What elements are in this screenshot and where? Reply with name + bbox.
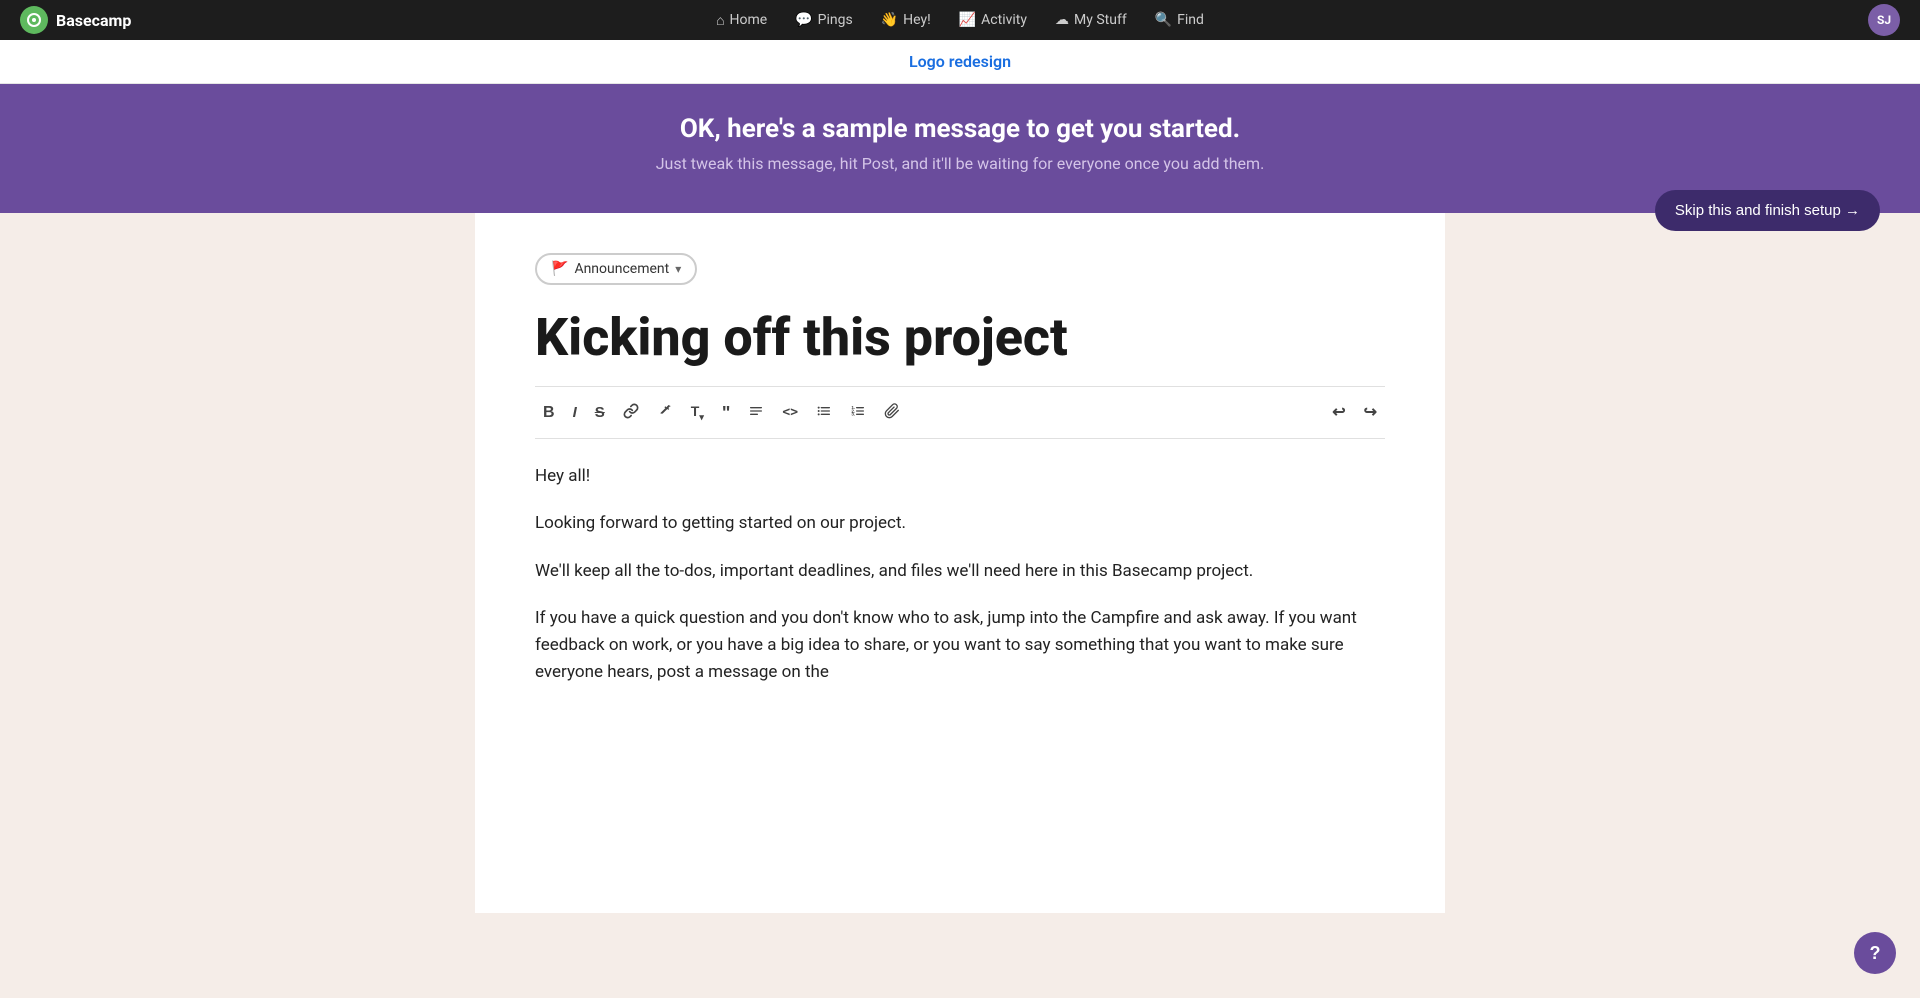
breadcrumb-bar: Logo redesign	[0, 40, 1920, 84]
nav-item-home[interactable]: ⌂ Home	[704, 6, 779, 35]
nav-item-pings[interactable]: 💬 Pings	[783, 6, 865, 34]
top-nav: Basecamp ⌂ Home 💬 Pings 👋 Hey! 📈 Activit…	[0, 0, 1920, 40]
nav-items: ⌂ Home 💬 Pings 👋 Hey! 📈 Activity ☁ My St…	[704, 6, 1216, 35]
basecamp-logo-icon	[20, 6, 48, 34]
pings-icon: 💬	[795, 12, 812, 28]
nav-logo[interactable]: Basecamp	[20, 6, 131, 34]
nav-item-find[interactable]: 🔍 Find	[1143, 6, 1216, 34]
content-p3: We'll keep all the to-dos, important dea…	[535, 558, 1385, 585]
hey-icon: 👋	[881, 12, 898, 28]
post-type-label: Announcement	[574, 261, 669, 277]
nav-item-hey[interactable]: 👋 Hey!	[869, 6, 943, 34]
content-p1: Hey all!	[535, 463, 1385, 490]
nav-logo-text: Basecamp	[56, 11, 131, 30]
link-button[interactable]	[615, 397, 647, 428]
home-icon: ⌂	[716, 12, 724, 29]
content-p2: Looking forward to getting started on ou…	[535, 510, 1385, 537]
nav-item-my-stuff[interactable]: ☁ My Stuff	[1043, 6, 1139, 34]
post-type-dropdown[interactable]: 🚩 Announcement ▾	[535, 253, 697, 285]
bold-button[interactable]: B	[535, 399, 563, 427]
promo-banner: OK, here's a sample message to get you s…	[0, 84, 1920, 213]
quote-button[interactable]: "	[714, 398, 739, 428]
announcement-icon: 🚩	[551, 261, 568, 277]
help-icon: ?	[1870, 943, 1881, 964]
bullet-list-button[interactable]	[808, 397, 840, 428]
numbered-list-button[interactable]: 1. 2. 3.	[842, 397, 874, 428]
skip-setup-button[interactable]: Skip this and finish setup →	[1655, 190, 1880, 231]
align-button[interactable]	[740, 397, 772, 428]
user-avatar[interactable]: SJ	[1868, 4, 1900, 36]
redo-button[interactable]: ↪	[1356, 399, 1385, 427]
content-p4: If you have a quick question and you don…	[535, 605, 1385, 687]
dropdown-chevron-icon: ▾	[675, 262, 681, 276]
attach-button[interactable]	[876, 397, 908, 428]
nav-item-activity[interactable]: 📈 Activity	[947, 6, 1039, 34]
italic-button[interactable]: I	[565, 399, 585, 426]
highlight-button[interactable]	[649, 397, 681, 428]
content-wrapper: 🚩 Announcement ▾ Kicking off this projec…	[475, 213, 1445, 913]
find-icon: 🔍	[1155, 12, 1172, 28]
strikethrough-button[interactable]: S	[587, 399, 613, 426]
undo-button[interactable]: ↩	[1324, 399, 1353, 427]
activity-icon: 📈	[959, 12, 976, 28]
svg-text:3.: 3.	[851, 412, 855, 417]
project-breadcrumb-link[interactable]: Logo redesign	[909, 52, 1011, 71]
post-content[interactable]: Hey all! Looking forward to getting star…	[535, 439, 1385, 710]
undo-redo-group: ↩ ↪	[1324, 399, 1385, 427]
promo-title: OK, here's a sample message to get you s…	[20, 114, 1900, 144]
editor-toolbar: B I S T▾ " <>	[535, 386, 1385, 439]
help-button[interactable]: ?	[1854, 932, 1896, 974]
promo-subtitle: Just tweak this message, hit Post, and i…	[20, 154, 1900, 173]
code-button[interactable]: <>	[774, 400, 806, 425]
my-stuff-icon: ☁	[1055, 12, 1069, 28]
post-title[interactable]: Kicking off this project	[535, 309, 1385, 366]
text-style-button[interactable]: T▾	[683, 398, 712, 428]
